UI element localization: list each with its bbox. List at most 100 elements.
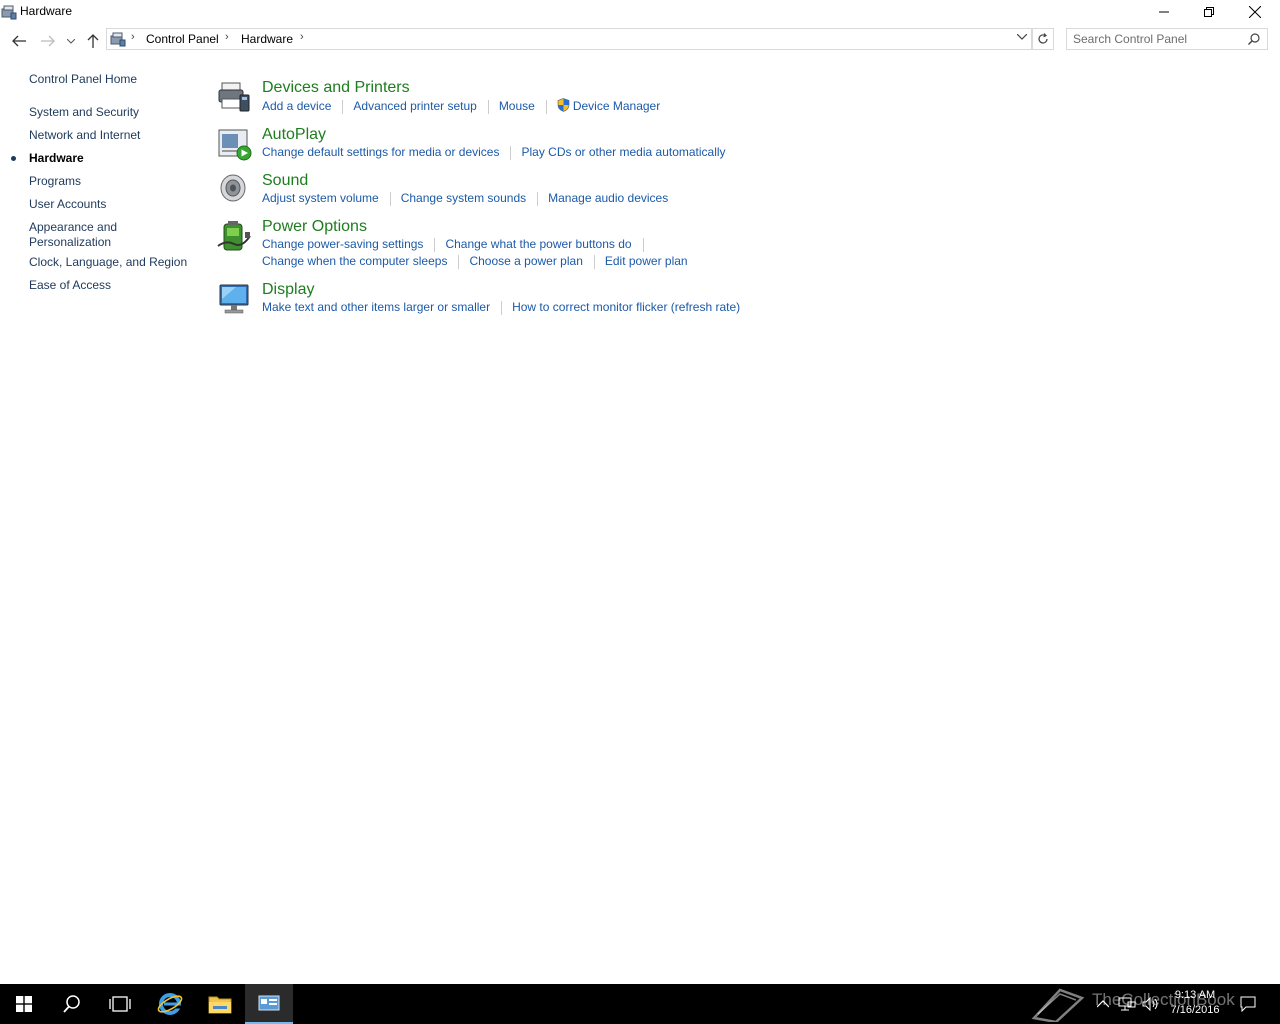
restore-button[interactable]: [1186, 0, 1232, 24]
file-explorer-button[interactable]: [196, 984, 244, 1024]
task-view-icon: [109, 996, 131, 1012]
window-title: Hardware: [20, 4, 73, 18]
manage-audio-devices-link[interactable]: Manage audio devices: [548, 191, 668, 205]
book-logo-icon: [1031, 988, 1085, 1022]
autoplay-icon: [218, 129, 252, 161]
sidebar-item-appearance-and-personalization[interactable]: Appearance and Personalization: [29, 220, 117, 250]
battery-icon: [217, 221, 251, 251]
control-panel-taskbar-button[interactable]: [245, 984, 293, 1024]
control-panel-home-link[interactable]: Control Panel Home: [29, 72, 137, 87]
search-icon[interactable]: [1248, 33, 1260, 45]
title-bar: Hardware: [0, 0, 1280, 24]
sidebar-item-network-and-internet[interactable]: Network and Internet: [29, 128, 140, 143]
control-panel-icon: [1, 5, 17, 20]
chevron-right-icon[interactable]: ›: [225, 31, 229, 43]
chevron-right-icon[interactable]: ›: [131, 31, 135, 43]
sidebar-item-user-accounts[interactable]: User Accounts: [29, 197, 106, 212]
device-manager-link[interactable]: Device Manager: [573, 99, 660, 113]
sound-links: Adjust system volume Change system sounds…: [262, 191, 668, 206]
back-button[interactable]: [8, 30, 30, 52]
up-button[interactable]: [82, 30, 104, 52]
taskbar: TheCollectionBook 9:13 AM 7/16/2016: [0, 984, 1280, 1024]
divider: [434, 237, 436, 252]
address-bar[interactable]: › Control Panel › Hardware ›: [106, 28, 1032, 50]
refresh-button[interactable]: [1032, 28, 1054, 50]
internet-explorer-button[interactable]: [146, 984, 194, 1024]
divider: [389, 191, 391, 206]
action-center-icon[interactable]: [1240, 996, 1256, 1012]
divider: [501, 300, 503, 315]
start-button[interactable]: [0, 984, 48, 1024]
breadcrumb-control-panel[interactable]: Control Panel: [146, 32, 219, 46]
mouse-link[interactable]: Mouse: [499, 99, 535, 113]
chevron-down-icon: [67, 38, 75, 44]
sidebar-item-clock-language-and-region[interactable]: Clock, Language, and Region: [29, 255, 187, 270]
change-system-sounds-link[interactable]: Change system sounds: [401, 191, 526, 205]
add-a-device-link[interactable]: Add a device: [262, 99, 331, 113]
divider: [537, 191, 539, 206]
power-options-links-row-2: Change when the computer sleeps Choose a …: [262, 254, 688, 269]
search-icon: [63, 995, 80, 1013]
display-links: Make text and other items larger or smal…: [262, 300, 740, 315]
choose-a-power-plan-link[interactable]: Choose a power plan: [469, 254, 582, 268]
minimize-icon: [1159, 11, 1169, 13]
sidebar-item-hardware[interactable]: Hardware: [29, 151, 84, 166]
close-button[interactable]: [1232, 0, 1278, 24]
devices-and-printers-heading[interactable]: Devices and Printers: [262, 79, 410, 97]
clock-date: 7/16/2016: [1170, 1004, 1220, 1016]
windows-logo-icon: [16, 996, 32, 1012]
monitor-flicker-link[interactable]: How to correct monitor flicker (refresh …: [512, 300, 740, 314]
network-icon[interactable]: [1118, 996, 1136, 1012]
sidebar-item-programs[interactable]: Programs: [29, 174, 81, 189]
change-power-buttons-link[interactable]: Change what the power buttons do: [445, 237, 631, 251]
minimize-button[interactable]: [1141, 0, 1187, 24]
forward-button[interactable]: [37, 30, 59, 52]
internet-explorer-icon: [157, 993, 183, 1015]
make-text-larger-link[interactable]: Make text and other items larger or smal…: [262, 300, 490, 314]
search-box[interactable]: [1066, 28, 1268, 50]
recent-locations-button[interactable]: [61, 30, 81, 52]
change-when-computer-sleeps-link[interactable]: Change when the computer sleeps: [262, 254, 447, 268]
breadcrumb-hardware[interactable]: Hardware: [241, 32, 293, 46]
clock[interactable]: 9:13 AM 7/16/2016: [1160, 988, 1230, 1018]
divider: [593, 254, 595, 269]
sidebar-item-system-and-security[interactable]: System and Security: [29, 105, 139, 120]
edit-power-plan-link[interactable]: Edit power plan: [605, 254, 688, 268]
active-bullet: [11, 156, 16, 161]
sound-heading[interactable]: Sound: [262, 172, 308, 190]
control-panel-icon: [110, 32, 126, 47]
divider: [342, 99, 344, 114]
divider: [545, 99, 547, 114]
divider: [458, 254, 460, 269]
search-taskbar-button[interactable]: [48, 984, 96, 1024]
divider: [642, 237, 644, 252]
volume-icon[interactable]: [1142, 996, 1160, 1012]
display-heading[interactable]: Display: [262, 281, 314, 299]
monitor-icon: [219, 284, 249, 314]
task-view-button[interactable]: [96, 984, 144, 1024]
power-options-links-row-1: Change power-saving settings Change what …: [262, 237, 654, 252]
autoplay-heading[interactable]: AutoPlay: [262, 126, 326, 144]
chevron-up-icon[interactable]: [1097, 1000, 1109, 1008]
back-arrow-icon: [12, 35, 26, 47]
search-input[interactable]: [1073, 31, 1241, 47]
adjust-system-volume-link[interactable]: Adjust system volume: [262, 191, 379, 205]
divider: [487, 99, 489, 114]
refresh-icon: [1038, 33, 1048, 44]
forward-arrow-icon: [41, 35, 55, 47]
sidebar-item-ease-of-access[interactable]: Ease of Access: [29, 278, 111, 293]
chevron-down-icon[interactable]: [1017, 34, 1027, 40]
restore-icon: [1204, 7, 1214, 17]
play-cds-link[interactable]: Play CDs or other media automatically: [521, 145, 725, 159]
advanced-printer-setup-link[interactable]: Advanced printer setup: [353, 99, 476, 113]
up-arrow-icon: [87, 34, 99, 48]
power-options-heading[interactable]: Power Options: [262, 218, 367, 236]
chevron-right-icon[interactable]: ›: [300, 31, 304, 43]
sidebar-item-label-line: Personalization: [29, 235, 112, 249]
change-power-saving-settings-link[interactable]: Change power-saving settings: [262, 237, 423, 251]
divider: [510, 145, 512, 160]
printer-icon: [218, 82, 250, 112]
change-default-settings-link[interactable]: Change default settings for media or dev…: [262, 145, 499, 159]
navigation-bar: › Control Panel › Hardware ›: [0, 26, 1280, 54]
folder-icon: [208, 996, 232, 1014]
